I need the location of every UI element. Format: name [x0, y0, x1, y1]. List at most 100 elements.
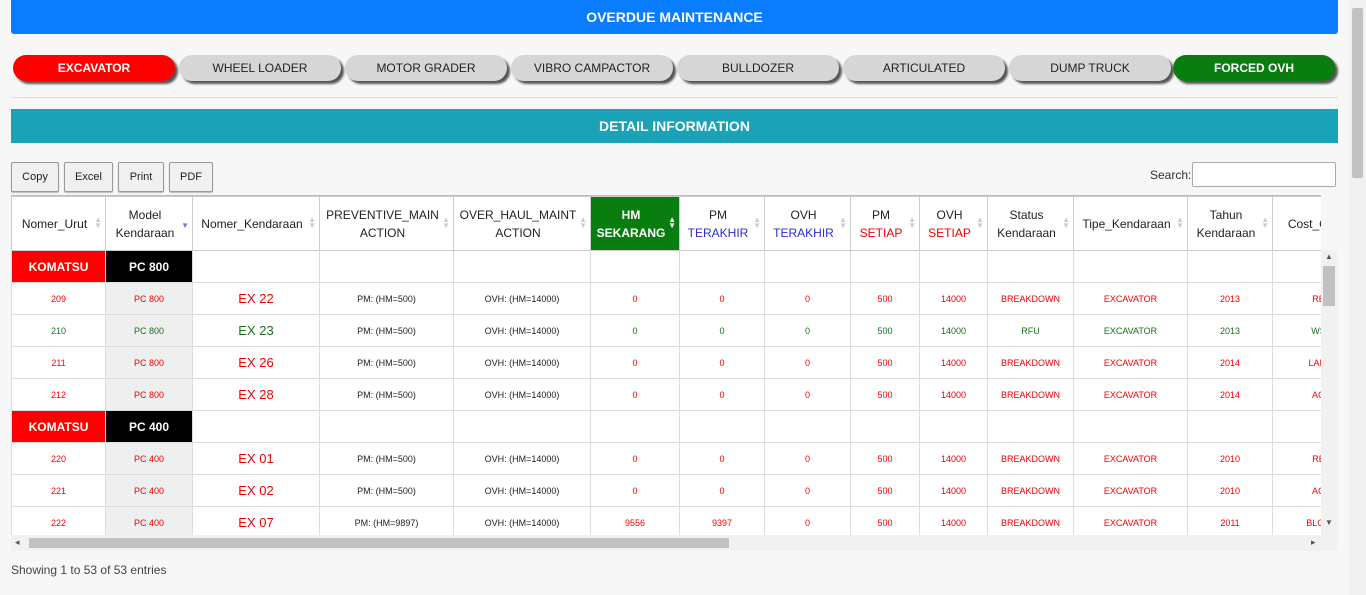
cell-nomer-kendaraan: EX 28 [192, 378, 320, 411]
col-hm-sekarang[interactable]: HM SEKARANG ▲ ▼ [590, 196, 680, 251]
cell-pm-setiap: 500 [850, 314, 920, 347]
table-row[interactable]: 209 PC 800 EX 22 PM: (HM=500) OVH: (HM=14000… [11, 282, 1321, 315]
cell-ovh-terakhir: 0 [764, 314, 851, 347]
tab-forced-ovh[interactable]: FORCED OVH [1173, 55, 1335, 81]
empty-cell [764, 250, 851, 283]
col-over-haul-maint-action[interactable]: OVER_HAUL_MAINT ACTION ▲ ▼ [453, 196, 591, 251]
cell-pm-setiap: 500 [850, 442, 920, 475]
sort-icon: ▲ ▼ [753, 215, 761, 230]
empty-cell [850, 250, 920, 283]
tab-excavator[interactable]: EXCAVATOR [13, 55, 175, 81]
maintenance-table: Nomer_Urut ▲ ▼ Model Kendaraan ▼ Nomer_Kenda… [11, 196, 1321, 536]
cell-pm-setiap: 500 [850, 378, 920, 411]
cell-status: BREAKDOWN [987, 378, 1074, 411]
search-input[interactable] [1192, 162, 1336, 187]
scroll-thumb[interactable] [1352, 8, 1363, 178]
cell-ovh-setiap: 14000 [919, 282, 988, 315]
sort-icon: ▲ ▼ [308, 215, 316, 230]
col-nomer-kendaraan[interactable]: Nomer_Kendaraan ▲ ▼ [192, 196, 320, 251]
tab-wheel-loader[interactable]: WHEEL LOADER [179, 55, 341, 81]
table-row[interactable]: 222 PC 400 EX 07 PM: (HM=9897) OVH: (HM=1400… [11, 506, 1321, 536]
empty-cell [919, 250, 988, 283]
cell-preventive-action: PM: (HM=500) [319, 474, 454, 507]
cell-tahun: 2014 [1187, 346, 1273, 379]
sort-icon: ▲ ▼ [976, 215, 984, 230]
table-row[interactable]: 212 PC 800 EX 28 PM: (HM=500) OVH: (HM=14000… [11, 378, 1321, 411]
col-tipe-kendaraan[interactable]: Tipe_Kendaraan ▲ ▼ [1073, 196, 1188, 251]
cell-ovh-terakhir: 0 [764, 474, 851, 507]
empty-cell [453, 410, 591, 443]
tab-vibro-campactor[interactable]: VIBRO CAMPACTOR [511, 55, 673, 81]
cell-nomer-urut: 209 [11, 282, 106, 315]
category-tabs: EXCAVATOR WHEEL LOADER MOTOR GRADER VIBR… [13, 55, 1339, 85]
cell-nomer-kendaraan: EX 23 [192, 314, 320, 347]
cell-ovh-terakhir: 0 [764, 442, 851, 475]
col-model-kendaraan[interactable]: Model Kendaraan ▼ [105, 196, 193, 251]
cell-tipe: EXCAVATOR [1073, 506, 1188, 536]
cell-nomer-urut: 212 [11, 378, 106, 411]
cell-pm-terakhir: 0 [679, 346, 765, 379]
empty-cell [987, 410, 1074, 443]
cell-model: PC 800 [105, 378, 193, 411]
cell-status: BREAKDOWN [987, 282, 1074, 315]
cell-preventive-action: PM: (HM=500) [319, 314, 454, 347]
scroll-left-icon[interactable]: ◂ [15, 537, 20, 548]
empty-cell [1272, 410, 1321, 443]
cell-status: BREAKDOWN [987, 346, 1074, 379]
pdf-button[interactable]: PDF [169, 162, 213, 192]
cell-tahun: 2013 [1187, 314, 1273, 347]
sort-icon: ▲ ▼ [668, 215, 676, 230]
excel-button[interactable]: Excel [64, 162, 113, 192]
scroll-right-icon[interactable]: ▸ [1311, 537, 1316, 548]
cell-ovh-terakhir: 0 [764, 282, 851, 315]
table-row[interactable]: 220 PC 400 EX 01 PM: (HM=500) OVH: (HM=14000… [11, 442, 1321, 475]
table-vertical-scrollbar[interactable]: ▲ ▼ [1321, 250, 1338, 535]
scroll-up-icon[interactable]: ▲ [1325, 252, 1333, 261]
col-preventive-main-action[interactable]: PREVENTIVE_MAIN ACTION ▲ ▼ [319, 196, 454, 251]
tab-dump-truck[interactable]: DUMP TRUCK [1009, 55, 1171, 81]
col-tahun-kendaraan[interactable]: Tahun Kendaraan ▲ ▼ [1187, 196, 1273, 251]
sort-icon: ▲ ▼ [579, 215, 587, 230]
cell-hm-sekarang: 0 [590, 282, 680, 315]
col-ovh-setiap[interactable]: OVH SETIAP ▲ ▼ [919, 196, 988, 251]
table-row[interactable]: 221 PC 400 EX 02 PM: (HM=500) OVH: (HM=14000… [11, 474, 1321, 507]
col-cost-center[interactable]: Cost_Cen [1272, 196, 1321, 251]
table-row[interactable]: 210 PC 800 EX 23 PM: (HM=500) OVH: (HM=14000… [11, 314, 1321, 347]
cell-tahun: 2014 [1187, 378, 1273, 411]
tab-bulldozer[interactable]: BULLDOZER [677, 55, 839, 81]
print-button[interactable]: Print [118, 162, 164, 192]
copy-button[interactable]: Copy [11, 162, 59, 192]
page-scrollbar[interactable] [1349, 0, 1366, 595]
sort-icon: ▲ ▼ [442, 215, 450, 230]
table-horizontal-scrollbar[interactable]: ◂ ▸ [11, 535, 1338, 551]
sort-desc-icon: ▼ [181, 221, 189, 230]
cell-tahun: 2010 [1187, 474, 1273, 507]
empty-cell [764, 410, 851, 443]
table-row[interactable]: 211 PC 800 EX 26 PM: (HM=500) OVH: (HM=14000… [11, 346, 1321, 379]
empty-cell [1073, 250, 1188, 283]
scroll-thumb[interactable] [1323, 266, 1335, 306]
cell-tipe: EXCAVATOR [1073, 282, 1188, 315]
cell-nomer-urut: 221 [11, 474, 106, 507]
empty-cell [319, 250, 454, 283]
cell-nomer-urut: 211 [11, 346, 106, 379]
tab-motor-grader[interactable]: MOTOR GRADER [345, 55, 507, 81]
cell-cost-center: BLOC [1272, 506, 1321, 536]
scroll-thumb[interactable] [29, 538, 729, 548]
empty-cell [192, 410, 320, 443]
col-status-kendaraan[interactable]: Status Kendaraan ▲ ▼ [987, 196, 1074, 251]
cell-preventive-action: PM: (HM=500) [319, 378, 454, 411]
tab-articulated[interactable]: ARTICULATED [843, 55, 1005, 81]
col-pm-terakhir[interactable]: PM TERAKHIR ▲ ▼ [679, 196, 765, 251]
cell-cost-center: AG [1272, 378, 1321, 411]
cell-ovh-terakhir: 0 [764, 378, 851, 411]
cell-preventive-action: PM: (HM=500) [319, 282, 454, 315]
cell-ovh-setiap: 14000 [919, 474, 988, 507]
sort-icon: ▲ ▼ [1176, 215, 1184, 230]
cell-pm-setiap: 500 [850, 474, 920, 507]
col-nomer-urut[interactable]: Nomer_Urut ▲ ▼ [11, 196, 106, 251]
col-ovh-terakhir[interactable]: OVH TERAKHIR ▲ ▼ [764, 196, 851, 251]
col-pm-setiap[interactable]: PM SETIAP ▲ ▼ [850, 196, 920, 251]
divider [11, 97, 1338, 98]
scroll-down-icon[interactable]: ▼ [1325, 518, 1333, 527]
